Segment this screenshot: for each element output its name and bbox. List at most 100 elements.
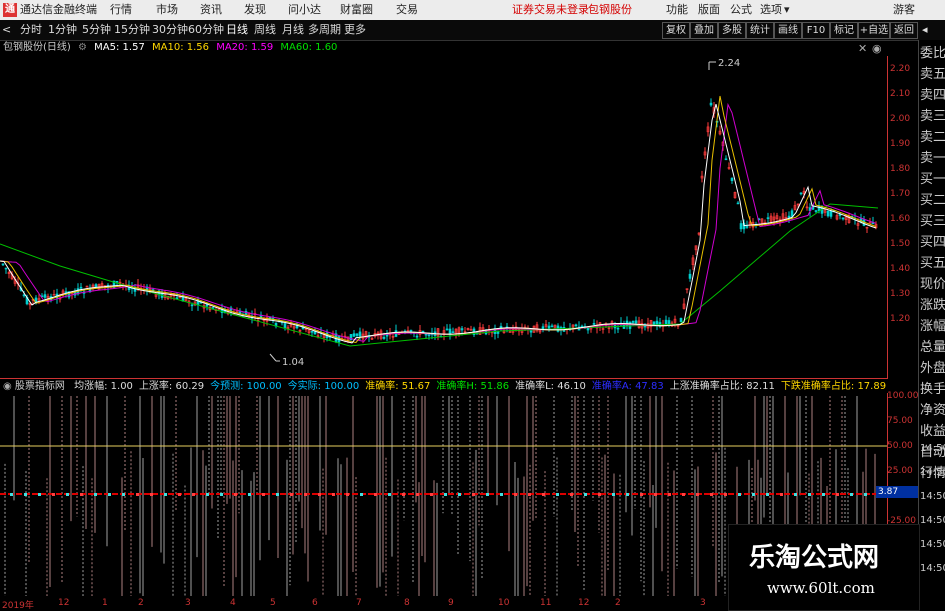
candle-body [310, 330, 314, 333]
back-arrow-icon[interactable]: < [2, 23, 11, 37]
menu-hangqing[interactable]: 行情 [110, 3, 132, 17]
price-tick: 1.30 [890, 289, 911, 299]
candle-body [211, 307, 215, 309]
login-notice[interactable]: 证券交易未登录 [512, 3, 589, 17]
add-watchlist-button[interactable]: +自选 [858, 22, 890, 39]
indicator-value-0: 均涨幅: 1.00 [74, 381, 133, 392]
signal-marker [38, 493, 41, 496]
low-price-label: 1.04 [282, 357, 304, 368]
dropdown-arrow-icon[interactable]: ▾ [784, 3, 790, 17]
signal-marker [472, 493, 475, 496]
quote-field: 卖五 [920, 67, 945, 82]
candle-body [616, 327, 620, 330]
close-chart-icon[interactable]: ✕ [858, 42, 867, 55]
time-tick: 2 [615, 598, 621, 608]
period-15min[interactable]: 15分钟 [114, 23, 150, 37]
menu-gongneng[interactable]: 功能 [666, 3, 688, 17]
time-tick: 11 [540, 598, 552, 608]
indicator-settings-icon[interactable]: ◉ [3, 381, 12, 392]
menu-gongshi[interactable]: 公式 [730, 3, 752, 17]
quote-field: 买三 [920, 214, 945, 229]
menu-zixun[interactable]: 资讯 [200, 3, 222, 17]
period-fenshi[interactable]: 分时 [20, 23, 42, 37]
period-1min[interactable]: 1分钟 [48, 23, 77, 37]
overlay-button[interactable]: 叠加 [690, 22, 718, 39]
signal-marker [108, 493, 111, 496]
signal-marker [150, 493, 153, 496]
signal-marker [836, 493, 839, 496]
guest-label[interactable]: 游客 [893, 3, 915, 17]
current-value-badge: 3.87 [876, 486, 918, 498]
period-daily[interactable]: 日线 [226, 23, 248, 37]
high-price-label: 2.24 [718, 58, 740, 69]
signal-marker [10, 493, 13, 496]
kline-chart[interactable]: 2.24 1.04 [0, 56, 888, 376]
multi-stock-button[interactable]: 多股 [718, 22, 746, 39]
signal-marker [24, 493, 27, 496]
period-5min[interactable]: 5分钟 [82, 23, 111, 37]
signal-marker [262, 493, 265, 496]
menu-shichang[interactable]: 市场 [156, 3, 178, 17]
price-tick: 2.20 [890, 64, 911, 74]
expand-icon[interactable]: ◂ [922, 23, 928, 37]
candle-body [424, 333, 428, 336]
candle-body [358, 331, 362, 337]
candle-body [736, 202, 740, 205]
period-monthly[interactable]: 月线 [282, 23, 304, 37]
time-tick: 5 [270, 598, 276, 608]
quote-field: 卖一 [920, 151, 945, 166]
price-tick: 2.10 [890, 89, 911, 99]
price-tick: 1.40 [890, 264, 911, 274]
menu-jiaoyi[interactable]: 交易 [396, 3, 418, 17]
f10-button[interactable]: F10 [802, 22, 830, 39]
signal-marker [136, 493, 139, 496]
signal-marker [178, 493, 181, 496]
candle-body [730, 177, 734, 182]
indicator-value-3: 今实际: 100.00 [287, 381, 360, 392]
period-more[interactable]: 更多 [344, 23, 366, 37]
draw-line-button[interactable]: 画线 [774, 22, 802, 39]
menu-caifuquan[interactable]: 财富圈 [340, 3, 373, 17]
candle-body [43, 294, 47, 298]
signal-marker [220, 493, 223, 496]
candle-body [679, 317, 683, 323]
signal-marker [612, 493, 615, 496]
menu-xuanxiang[interactable]: 选项 [760, 3, 782, 17]
settings-icon[interactable]: ⚙ [78, 42, 87, 53]
time-tick: 9 [448, 598, 454, 608]
menu-banmian[interactable]: 版面 [698, 3, 720, 17]
signal-marker [766, 493, 769, 496]
signal-marker [570, 493, 573, 496]
signal-marker [864, 493, 867, 496]
menu-faxian[interactable]: 发现 [244, 3, 266, 17]
price-tick: 1.70 [890, 189, 911, 199]
quote-field: 买二 [920, 193, 945, 208]
quote-field: 换手 [920, 382, 945, 397]
return-button[interactable]: 返回 [890, 22, 918, 39]
candle-body [79, 286, 83, 289]
mark-button[interactable]: 标记 [830, 22, 858, 39]
candle-body [22, 294, 26, 297]
time-tick: 8 [404, 598, 410, 608]
candle-body [829, 210, 833, 217]
signal-marker [430, 493, 433, 496]
ma20-label: MA20: 1.59 [216, 42, 274, 53]
period-multi[interactable]: 多周期 [308, 23, 341, 37]
stats-button[interactable]: 统计 [746, 22, 774, 39]
quote-time: 14:50 [920, 491, 945, 502]
ma10-label: MA10: 1.56 [152, 42, 210, 53]
signal-marker [822, 493, 825, 496]
signal-marker [486, 493, 489, 496]
indicator-markers [10, 493, 867, 496]
period-60min[interactable]: 60分钟 [188, 23, 224, 37]
indicator-name[interactable]: 股票指标网 [15, 381, 65, 392]
period-30min[interactable]: 30分钟 [152, 23, 188, 37]
ma5-label: MA5: 1.57 [94, 42, 145, 53]
candle-body [688, 273, 692, 279]
fuquan-button[interactable]: 复权 [662, 22, 690, 39]
maximize-chart-icon[interactable]: ◉ [872, 42, 882, 55]
indicator-value-7: 准确率A: 47.83 [591, 381, 664, 392]
quote-field: 收益 [920, 424, 945, 439]
menu-wenxiaoda[interactable]: 问小达 [288, 3, 321, 17]
period-weekly[interactable]: 周线 [254, 23, 276, 37]
